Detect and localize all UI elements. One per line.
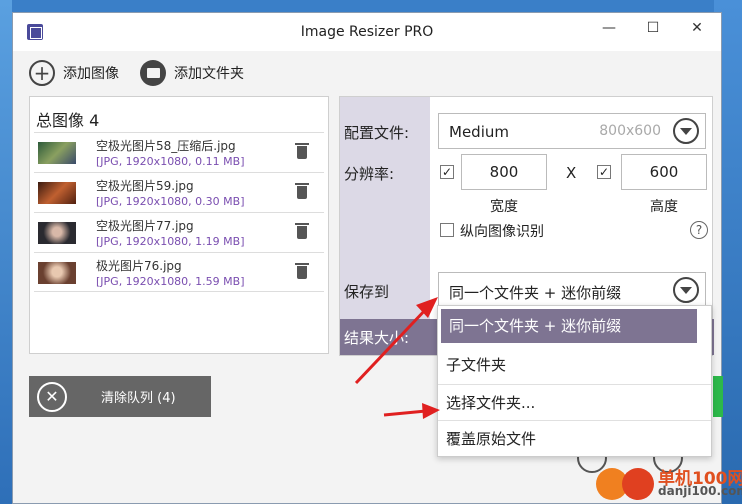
- watermark-url: danji100.com: [658, 484, 742, 498]
- annotation-arrows: [354, 297, 440, 419]
- watermark-logo: [622, 468, 654, 500]
- arrow-line: [354, 305, 430, 385]
- arrow-head: [422, 403, 440, 419]
- arrow-line: [383, 409, 427, 417]
